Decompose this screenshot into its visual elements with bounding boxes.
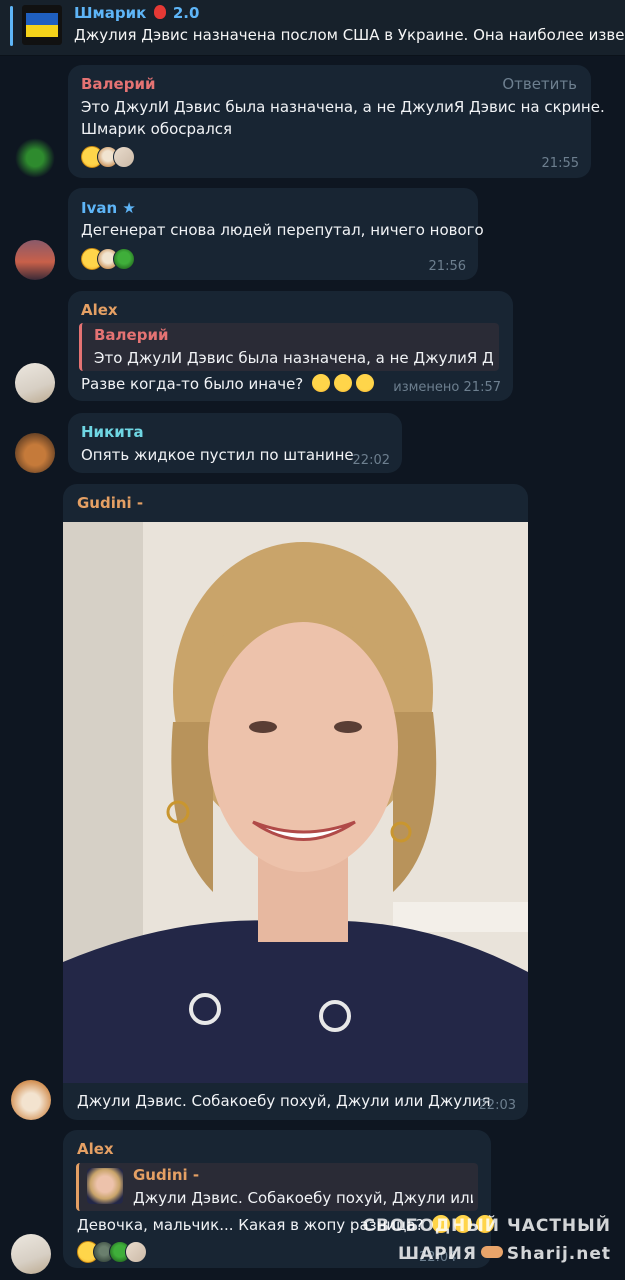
photo-avatar-icon [125, 1241, 147, 1263]
quote-author: Gudini - [133, 1166, 200, 1184]
quote-text: Джули Дэвис. Собакоебу похуй, Джули или… [133, 1189, 473, 1207]
message-time: изменено 21:57 [393, 380, 501, 395]
message-text: Шмарик обосрался [81, 120, 233, 138]
reply-quote[interactable]: Gudini - Джули Дэвис. Собакоебу похуй, Д… [76, 1163, 478, 1211]
pinned-thumbnail [22, 5, 62, 45]
message-text: Разве когда-то было иначе? [81, 373, 375, 395]
portrait-photo[interactable] [63, 522, 528, 1083]
croc-avatar-icon [113, 248, 135, 270]
quote-text: Это ДжулИ Дэвис была назначена, а не Джу… [94, 349, 494, 367]
message-time: 21:55 [541, 156, 579, 171]
star-icon: ★ [122, 199, 136, 217]
rofl-emoji-icon [312, 374, 331, 392]
photo-avatar-icon [113, 146, 135, 168]
message-text: Это ДжулИ Дэвис была назначена, а не Джу… [81, 98, 605, 116]
reactions[interactable] [77, 1240, 147, 1264]
message-text: Опять жидкое пустил по штанине [81, 446, 354, 464]
pinned-message-bar[interactable]: Шмарик 2.0 Джулия Дэвис назначена послом… [0, 0, 625, 56]
balloon-icon [153, 5, 166, 19]
avatar-valeriy[interactable] [15, 138, 55, 178]
avatar-gudini[interactable] [11, 1080, 51, 1120]
message-author[interactable]: Валерий [81, 75, 155, 93]
avatar-alex[interactable] [11, 1234, 51, 1274]
rofl-emoji-icon [356, 374, 375, 392]
message-bubble[interactable]: Никита Опять жидкое пустил по штанине 22… [68, 413, 402, 473]
message-time: 22:02 [352, 453, 390, 468]
pinned-indicator [10, 6, 13, 46]
watermark-site: Sharij.net [506, 1244, 611, 1264]
pinned-text: Джулия Дэвис назначена послом США в Укра… [74, 26, 625, 44]
rofl-emoji-icon [334, 374, 353, 392]
avatar-nikita[interactable] [15, 433, 55, 473]
watermark-text: ШАРИЯ [397, 1244, 477, 1264]
watermark-line2: ШАРИЯ Sharij.net [363, 1240, 611, 1268]
message-time: 22:03 [478, 1098, 516, 1113]
time-value: 21:57 [463, 380, 501, 395]
watermark: СВОБОДНЫЙ ЧАСТНЫЙ ШАРИЯ Sharij.net [363, 1212, 611, 1268]
pinned-title: Шмарик 2.0 [74, 4, 199, 22]
reply-quote[interactable]: Валерий Это ДжулИ Дэвис была назначена, … [79, 323, 499, 371]
watermark-line1: СВОБОДНЫЙ ЧАСТНЫЙ [362, 1216, 611, 1236]
message-author[interactable]: Alex [81, 301, 118, 319]
edited-label: изменено [393, 380, 460, 395]
message-author[interactable]: Ivan ★ [81, 199, 136, 217]
message-time: 21:56 [428, 259, 466, 274]
message-author[interactable]: Alex [77, 1140, 114, 1158]
quote-author: Валерий [94, 326, 169, 344]
pointing-hand-icon [480, 1246, 503, 1258]
message-author[interactable]: Gudini - [77, 494, 143, 512]
avatar-alex[interactable] [15, 363, 55, 403]
message-author[interactable]: Никита [81, 423, 144, 441]
message-bubble[interactable]: Валерий Ответить Это ДжулИ Дэвис была на… [68, 65, 605, 178]
pinned-version: 2.0 [172, 4, 200, 22]
pinned-title-text: Шмарик [74, 4, 147, 22]
photo-caption: Джули Дэвис. Собакоебу похуй, Джули или … [77, 1092, 491, 1110]
message-text: Дегенерат снова людей перепутал, ничего … [81, 221, 484, 239]
author-name[interactable]: Ivan [81, 199, 117, 217]
reactions[interactable] [81, 247, 135, 271]
avatar-ivan[interactable] [15, 240, 55, 280]
message-bubble[interactable]: Ivan ★ Дегенерат снова людей перепутал, … [68, 188, 484, 280]
message-text-content: Разве когда-то было иначе? [81, 375, 304, 393]
reply-button[interactable]: Ответить [502, 75, 577, 93]
portrait-image [63, 522, 528, 1083]
quote-thumbnail [87, 1168, 123, 1204]
reactions[interactable] [81, 145, 135, 169]
message-bubble[interactable]: Alex Валерий Это ДжулИ Дэвис была назнач… [68, 291, 513, 401]
